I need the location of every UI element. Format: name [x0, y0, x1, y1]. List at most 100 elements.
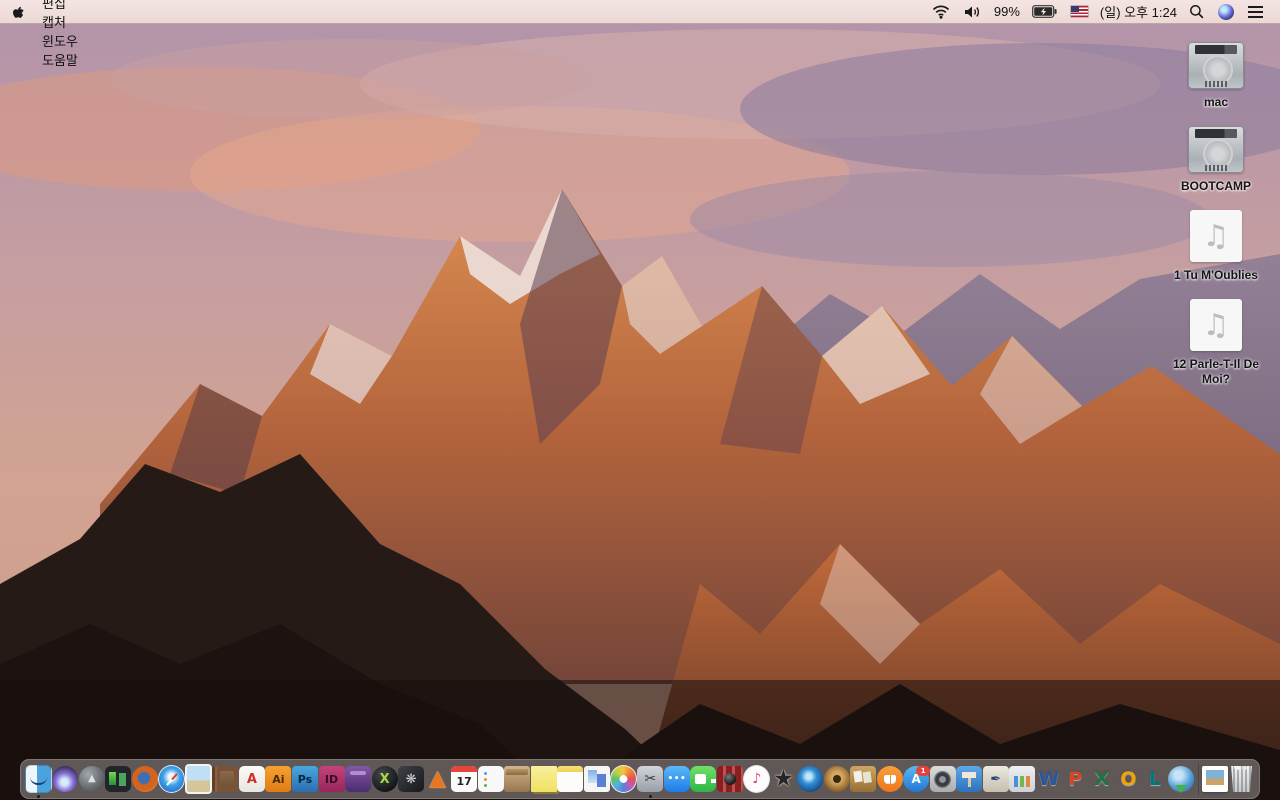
audio-file-icon: ♫	[1190, 299, 1242, 351]
dock-icon-pages[interactable]: ✒	[982, 759, 1009, 799]
safari-icon	[158, 765, 186, 793]
firefox-icon	[131, 766, 158, 792]
dock-icon-system-preferences[interactable]	[929, 759, 956, 799]
dock-icon-image-document[interactable]	[1201, 759, 1229, 799]
desktop-icon-bootcamp[interactable]: BOOTCAMP	[1164, 126, 1268, 194]
dock-icon-word[interactable]: W	[1036, 759, 1063, 799]
finder-icon	[25, 765, 52, 793]
desktop-icon-parle-t-il-de-moi[interactable]: ♫ 12 Parle-T-Il De Moi?	[1164, 299, 1268, 387]
menu-items: 화면 캡처파일편집캡처윈도우도움말	[33, 0, 102, 69]
dock-icon-disk-fan-app[interactable]: ❋	[398, 759, 425, 799]
device-manager-icon	[105, 766, 132, 792]
dock-icon-messages[interactable]: •••	[663, 759, 691, 799]
siri-menu-icon[interactable]	[1211, 0, 1241, 23]
dock-icon-lync[interactable]: L	[1142, 759, 1169, 799]
dock-icon-calendar[interactable]: 17	[451, 759, 478, 799]
dock-icon-contacts[interactable]	[212, 759, 239, 799]
notification-center-icon[interactable]	[1241, 0, 1270, 23]
dock-icon-illustrator[interactable]: Ai	[265, 759, 292, 799]
imovie-icon: ★	[773, 765, 794, 792]
spotlight-search-icon[interactable]	[1182, 0, 1211, 23]
dock-icon-launchpad[interactable]: ▲	[78, 759, 106, 799]
hard-drive-icon	[1188, 126, 1244, 173]
menu-item-2[interactable]: 편집	[33, 0, 102, 12]
desktop-icon-tu-moublies[interactable]: ♫ 1 Tu M'Oublies	[1164, 210, 1268, 283]
outlook-icon: O	[1120, 767, 1137, 790]
dock-icon-notes[interactable]	[557, 759, 584, 799]
image-document-icon	[1201, 766, 1228, 792]
dock-icon-safari[interactable]	[158, 759, 186, 799]
dock-icon-photos[interactable]	[610, 759, 638, 799]
dock-icon-acrobat-reader[interactable]: A	[238, 759, 266, 799]
dock-icon-stickies[interactable]	[530, 759, 558, 799]
dock-icon-dvd-player[interactable]	[797, 759, 824, 799]
dock-icon-unarchiver[interactable]	[504, 759, 531, 799]
desktop-icons: mac BOOTCAMP ♫ 1 Tu M'Oublies ♫ 12 Parle-T-Il…	[1164, 42, 1268, 403]
dock-icon-photoshop[interactable]: Ps	[291, 759, 319, 799]
stickies-icon	[530, 766, 557, 792]
apple-menu[interactable]	[10, 0, 33, 23]
green-x-app-icon: X	[371, 766, 398, 792]
dvd-player-icon	[797, 766, 824, 792]
desktop-icon-label: BOOTCAMP	[1181, 179, 1251, 193]
ibooks-icon	[876, 766, 903, 792]
volume-icon[interactable]	[957, 0, 989, 23]
dock-icon-facetime[interactable]	[690, 759, 717, 799]
desktop-icon-label: 1 Tu M'Oublies	[1174, 268, 1258, 282]
running-indicator	[37, 795, 40, 798]
dock-icon-reminders[interactable]	[477, 759, 504, 799]
siri-icon	[52, 766, 79, 792]
dock-icon-templates-app[interactable]	[583, 759, 611, 799]
menu-bar-clock[interactable]: (일) 오후 1:24	[1095, 2, 1182, 21]
dock: ▲ A Ai Ps ID X ❋ ▲ 17 ✂ ••• ♪ ★ A 1 ✒ W P X O L	[20, 759, 1260, 799]
apple-logo-icon	[13, 6, 24, 18]
keynote-icon	[956, 766, 983, 792]
preview-icon	[185, 764, 213, 794]
system-preferences-icon	[929, 766, 956, 792]
wifi-icon[interactable]	[925, 0, 957, 23]
battery-charging-icon[interactable]	[1025, 0, 1064, 23]
scrapbook-app-icon	[850, 766, 877, 792]
menu-item-4[interactable]: 윈도우	[33, 31, 102, 50]
dock-icon-green-x-app[interactable]: X	[371, 759, 398, 799]
dock-icon-download-globe[interactable]	[1168, 759, 1195, 799]
dock-icon-finder[interactable]	[25, 759, 52, 799]
grab-screen-capture-icon: ✂	[637, 766, 664, 792]
lync-icon: L	[1148, 767, 1161, 790]
dock-icon-numbers[interactable]	[1009, 759, 1036, 799]
dock-icon-firefox[interactable]	[131, 759, 159, 799]
dock-icon-outlook[interactable]: O	[1115, 759, 1142, 799]
dock-icon-scrapbook-app[interactable]	[850, 759, 877, 799]
dock-icon-indesign[interactable]: ID	[318, 759, 345, 799]
dock-icon-imovie[interactable]: ★	[770, 759, 797, 799]
dock-icon-device-manager[interactable]	[105, 759, 132, 799]
templates-app-icon	[583, 766, 610, 792]
menu-item-5[interactable]: 도움말	[33, 50, 102, 69]
toast-icon	[345, 766, 372, 792]
dock-icon-preview[interactable]	[185, 759, 213, 799]
app-menus: 화면 캡처파일편집캡처윈도우도움말	[10, 0, 102, 68]
dock-icon-garageband[interactable]	[823, 759, 850, 799]
trash-icon	[1231, 766, 1252, 792]
dock-icon-grab-screen-capture[interactable]: ✂	[637, 759, 664, 799]
desktop-icon-mac[interactable]: mac	[1164, 42, 1268, 110]
hard-drive-icon	[1188, 42, 1244, 89]
dock-icon-photo-booth[interactable]	[716, 759, 744, 799]
photoshop-icon: Ps	[291, 766, 318, 792]
dock-icon-excel[interactable]: X	[1089, 759, 1116, 799]
calendar-icon: 17	[451, 766, 478, 792]
input-source-flag-icon[interactable]	[1064, 0, 1095, 23]
dock-icon-powerpoint[interactable]: P	[1062, 759, 1089, 799]
word-icon: W	[1038, 767, 1060, 790]
dock-icon-app-store[interactable]: A1	[903, 759, 931, 799]
dock-icon-siri[interactable]	[52, 759, 79, 799]
battery-percent: 99%	[993, 4, 1020, 19]
dock-icon-toast[interactable]	[345, 759, 372, 799]
dock-icon-trash[interactable]	[1228, 759, 1255, 799]
dock-icon-keynote[interactable]	[956, 759, 983, 799]
menu-item-3[interactable]: 캡처	[33, 12, 102, 31]
dock-icon-itunes[interactable]: ♪	[743, 759, 771, 799]
dock-icon-vlc[interactable]: ▲	[424, 759, 451, 799]
photo-booth-icon	[716, 766, 743, 792]
dock-icon-ibooks[interactable]	[876, 759, 903, 799]
